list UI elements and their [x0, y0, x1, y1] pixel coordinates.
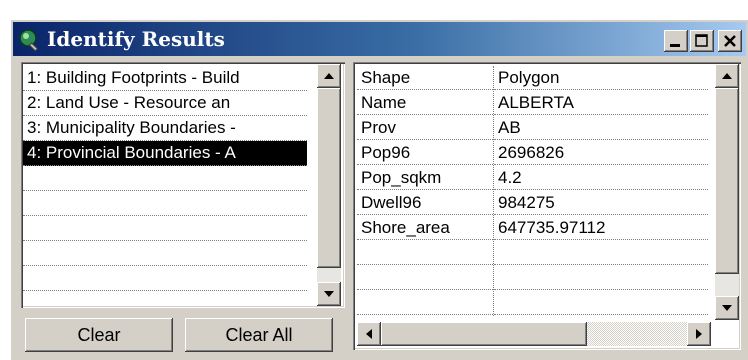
identify-results-window: Identify Results 1: Building Footprints …: [11, 20, 748, 360]
window-title: Identify Results: [47, 27, 225, 51]
maximize-icon: [695, 34, 708, 47]
list-item[interactable]: 2: Land Use - Resource an: [23, 91, 307, 116]
arrow-down-icon: [324, 291, 334, 297]
field-value: AB: [494, 116, 708, 140]
field-value: 4.2: [494, 166, 708, 190]
list-item-label: [23, 168, 27, 187]
field-value: Polygon: [494, 66, 708, 90]
attributes-grid[interactable]: Shape Polygon Name ALBERTA Prov AB Pop96…: [353, 62, 741, 350]
list-item-label: 1: Building Footprints - Build: [27, 68, 240, 87]
list-item-label: [23, 218, 27, 237]
close-button[interactable]: [718, 30, 742, 52]
field-name: Pop96: [357, 141, 493, 165]
field-value: 2696826: [494, 141, 708, 165]
clear-all-button[interactable]: Clear All: [185, 318, 333, 352]
field-name: [357, 241, 493, 265]
scroll-up-button[interactable]: [715, 64, 739, 88]
identify-tool-icon: [19, 29, 39, 52]
field-value: [494, 241, 708, 265]
scroll-right-button[interactable]: [687, 322, 711, 346]
field-value: [494, 291, 708, 315]
list-item-label: [23, 243, 27, 262]
title-bar[interactable]: Identify Results: [13, 22, 746, 56]
close-icon: [724, 35, 736, 47]
field-value: ALBERTA: [494, 91, 708, 115]
list-item[interactable]: [23, 241, 307, 266]
layer-list[interactable]: 1: Building Footprints - Build 2: Land U…: [21, 62, 345, 308]
scroll-thumb[interactable]: [317, 88, 341, 268]
layer-list-scrollbar[interactable]: [317, 64, 341, 306]
minimize-icon: [670, 44, 680, 47]
maximize-button[interactable]: [690, 30, 714, 52]
field-value: 984275: [494, 191, 708, 215]
scroll-thumb[interactable]: [715, 88, 739, 274]
arrow-left-icon: [366, 329, 372, 339]
scroll-down-button[interactable]: [317, 282, 341, 306]
list-item-label: 3: Municipality Boundaries -: [27, 118, 236, 137]
arrow-up-icon: [722, 73, 732, 79]
field-value: [494, 266, 708, 290]
list-item-label: [23, 193, 27, 212]
arrow-down-icon: [722, 305, 732, 311]
minimize-button[interactable]: [664, 30, 688, 52]
field-name: Dwell96: [357, 191, 493, 215]
field-name: Shape: [357, 66, 493, 90]
list-item[interactable]: [23, 266, 307, 291]
list-item[interactable]: 3: Municipality Boundaries -: [23, 116, 307, 141]
scroll-left-button[interactable]: [357, 322, 381, 346]
clear-button[interactable]: Clear: [25, 318, 173, 352]
field-name: Shore_area: [357, 216, 493, 240]
scroll-up-button[interactable]: [317, 64, 341, 88]
field-name: Pop_sqkm: [357, 166, 493, 190]
field-name: [357, 291, 493, 315]
list-item-label: 4: Provincial Boundaries - A: [27, 143, 236, 162]
field-name: [357, 266, 493, 290]
arrow-right-icon: [696, 329, 702, 339]
list-item-label: [23, 268, 27, 287]
list-item[interactable]: [23, 166, 307, 191]
list-item-selected[interactable]: 4: Provincial Boundaries - A: [23, 141, 307, 166]
field-value: 647735.97112: [494, 216, 708, 240]
field-name: Name: [357, 91, 493, 115]
list-item-label: 2: Land Use - Resource an: [27, 93, 231, 112]
list-item[interactable]: [23, 216, 307, 241]
list-item[interactable]: 1: Building Footprints - Build: [23, 66, 307, 91]
attributes-vscrollbar[interactable]: [715, 64, 739, 320]
field-name: Prov: [357, 116, 493, 140]
scroll-down-button[interactable]: [715, 296, 739, 320]
arrow-up-icon: [324, 73, 334, 79]
hscroll-thumb[interactable]: [381, 322, 587, 346]
hscroll-track[interactable]: [587, 322, 687, 346]
list-item[interactable]: [23, 191, 307, 216]
